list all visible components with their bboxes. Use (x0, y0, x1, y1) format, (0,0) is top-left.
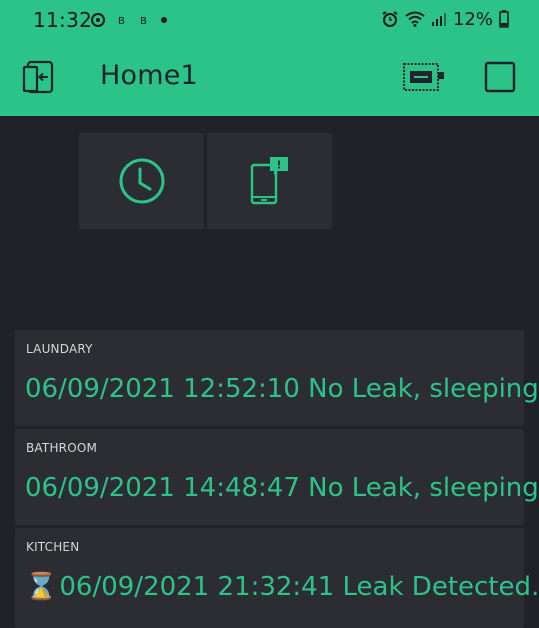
phone-notification-icon: ! (250, 157, 288, 205)
dashboard: ! LAUNDARY 06/09/2021 12:52:10 No Leak, … (0, 116, 539, 628)
status-bar: 11:32 B B 12% (0, 0, 539, 38)
card-value-text: 06/09/2021 12:52:10 No Leak, sleeping. (25, 374, 539, 404)
device-button[interactable] (403, 62, 445, 92)
sync-icon (91, 13, 105, 27)
battery-percent: 12% (452, 8, 493, 30)
device-icon (403, 63, 444, 91)
svg-text:B: B (140, 16, 147, 27)
b-icon: B (140, 16, 147, 27)
card-label: KITCHEN (26, 540, 80, 554)
exit-icon (22, 60, 54, 94)
rtc-widget[interactable] (79, 133, 204, 229)
bathroom-display[interactable]: BATHROOM 06/09/2021 14:48:47 No Leak, sl… (15, 429, 539, 525)
card-value-text: 06/09/2021 21:32:41 Leak Detected. (59, 572, 539, 602)
b-icon: B (118, 16, 125, 27)
notification-widget[interactable]: ! (207, 133, 332, 229)
status-right-icons: 12% (381, 8, 509, 30)
hourglass-icon: ⌛ (25, 572, 58, 602)
card-value: ⌛ 06/09/2021 21:32:41 Leak Detected. (25, 572, 539, 602)
dot-icon (161, 17, 167, 23)
card-value: 06/09/2021 12:52:10 No Leak, sleeping. (25, 374, 539, 404)
stop-button[interactable] (484, 61, 516, 93)
card-value-text: 06/09/2021 14:48:47 No Leak, sleeping. (25, 473, 539, 503)
kitchen-display[interactable]: KITCHEN ⌛ 06/09/2021 21:32:41 Leak Detec… (15, 528, 539, 628)
card-label: LAUNDARY (26, 342, 93, 356)
square-icon (484, 61, 516, 93)
clock-icon (119, 158, 164, 204)
card-value: 06/09/2021 14:48:47 No Leak, sleeping. (25, 473, 539, 503)
battery-icon (499, 10, 509, 28)
app-bar: Home1 (0, 38, 539, 116)
notification-badge: ! (276, 159, 281, 172)
svg-text:B: B (118, 16, 125, 27)
status-time: 11:32 (33, 8, 93, 32)
card-label: BATHROOM (26, 441, 98, 455)
alarm-icon (382, 11, 398, 27)
page-title: Home1 (100, 60, 198, 91)
exit-button[interactable] (22, 58, 58, 96)
laundry-display[interactable]: LAUNDARY 06/09/2021 12:52:10 No Leak, sl… (15, 330, 539, 426)
wifi-icon (405, 11, 425, 27)
status-left-icons: B B (90, 10, 168, 30)
signal-icon (431, 13, 446, 26)
